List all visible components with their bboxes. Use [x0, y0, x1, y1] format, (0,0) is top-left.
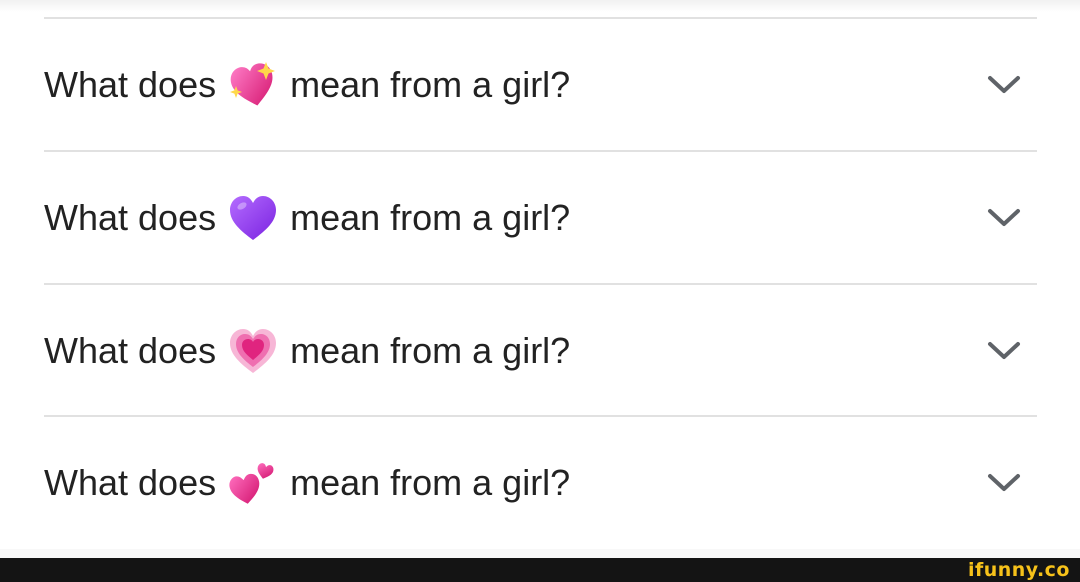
question-row-sparkling-heart[interactable]: What does mean from a girl?: [44, 19, 1037, 150]
question-suffix: mean from a girl?: [290, 461, 571, 503]
question-prefix: What does: [44, 461, 217, 503]
ifunny-watermark: ifunny.co: [967, 559, 1070, 581]
question-text: What does mean from a girl?: [44, 19, 570, 150]
question-suffix: mean from a girl?: [290, 63, 571, 105]
question-row-purple-heart[interactable]: What does mean from a girl?: [44, 152, 1037, 283]
question-prefix: What does: [44, 329, 217, 371]
question-suffix: mean from a girl?: [290, 329, 571, 371]
question-text: What does mean from a girl?: [44, 285, 570, 416]
heart-with-ribbon-icon: [228, 326, 278, 376]
footer-divider: [0, 549, 1080, 558]
question-text: What does mean from a girl?: [44, 152, 570, 283]
watermark-bar: ifunny.co: [0, 558, 1080, 582]
chevron-down-icon[interactable]: [987, 74, 1021, 96]
question-prefix: What does: [44, 63, 217, 105]
top-shade: [0, 0, 1080, 12]
sparkling-heart-icon: [228, 60, 278, 110]
two-hearts-icon: [228, 458, 278, 508]
chevron-down-icon[interactable]: [987, 207, 1021, 229]
question-suffix: mean from a girl?: [290, 196, 571, 238]
chevron-down-icon[interactable]: [987, 340, 1021, 362]
question-row-heart-with-ribbon[interactable]: What does mean from a girl?: [44, 285, 1037, 416]
question-text: What does mean from a girl?: [44, 417, 570, 548]
chevron-down-icon[interactable]: [987, 472, 1021, 494]
question-row-two-hearts[interactable]: What does mean from a girl?: [44, 417, 1037, 548]
question-prefix: What does: [44, 196, 217, 238]
purple-heart-icon: [228, 193, 278, 243]
